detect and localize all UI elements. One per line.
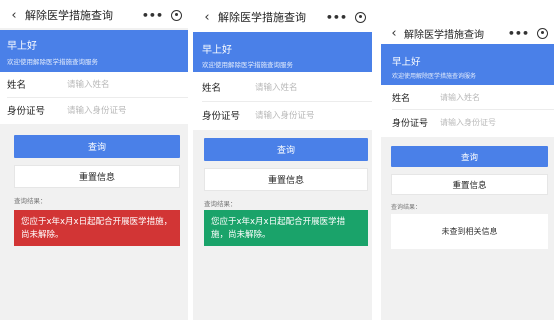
close-target-icon[interactable] (537, 27, 548, 39)
back-icon[interactable]: ‹ (200, 10, 214, 25)
reset-button[interactable]: 重置信息 (14, 165, 180, 188)
name-row: 姓名 请输入姓名 (381, 85, 554, 109)
name-input[interactable]: 请输入姓名 (255, 81, 298, 93)
greeting-text: 早上好 (7, 41, 37, 52)
name-input[interactable]: 请输入姓名 (67, 78, 110, 90)
id-row: 身份证号 请输入身份证号 (381, 110, 554, 135)
close-target-icon[interactable] (355, 11, 366, 23)
greeting-text: 早上好 (202, 45, 232, 56)
page-title: 解除医学措施查询 (404, 29, 484, 41)
nav-bar: ‹ 解除医学措施查询 ••• (193, 2, 372, 32)
back-icon[interactable]: ‹ (7, 8, 21, 23)
name-row: 姓名 请输入姓名 (193, 74, 372, 100)
id-row: 身份证号 请输入身份证号 (193, 102, 372, 128)
query-form: 姓名 请输入姓名 身份证号 请输入身份证号 (193, 72, 372, 130)
nav-bar: ‹ 解除医学措施查询 ••• (0, 2, 188, 28)
name-label: 姓名 (202, 83, 222, 94)
more-icon[interactable]: ••• (326, 11, 347, 24)
welcome-text: 欢迎使用解除医学措施查询服务 (392, 73, 477, 80)
id-label: 身份证号 (392, 119, 429, 129)
id-row: 身份证号 请输入身份证号 (0, 98, 188, 122)
name-label: 姓名 (7, 80, 27, 91)
query-button[interactable]: 查询 (204, 138, 368, 161)
greeting-text: 早上好 (392, 57, 421, 68)
query-button[interactable]: 查询 (391, 146, 548, 167)
page-title: 解除医学措施查询 (218, 11, 306, 24)
id-label: 身份证号 (7, 106, 46, 117)
greeting-banner: 早上好 欢迎使用解除医学措施查询服务 (381, 44, 554, 85)
greeting-banner: 早上好 欢迎使用解除医学措施查询服务 (193, 32, 372, 72)
greeting-banner: 早上好 欢迎使用解除医学措施查询服务 (0, 30, 188, 72)
close-target-icon[interactable] (171, 9, 182, 21)
more-icon[interactable]: ••• (508, 27, 529, 40)
more-icon[interactable]: ••• (142, 9, 163, 22)
id-number-input[interactable]: 请输入身份证号 (440, 117, 496, 128)
phone-screen-3: ‹ 解除医学措施查询 ••• 早上好 欢迎使用解除医学措施查询服务 姓名 请输入… (381, 22, 554, 320)
result-label: 查询结果： (391, 204, 422, 211)
result-box-not-released: 您应于x年x月x日起配合开展医学措施，尚未解除。 (14, 210, 180, 246)
back-icon[interactable]: ‹ (387, 26, 401, 41)
nav-bar: ‹ 解除医学措施查询 ••• (381, 22, 554, 44)
name-label: 姓名 (392, 93, 411, 104)
result-box-released: 您应于x年x月x日起配合开展医学措施，尚未解除。 (204, 210, 368, 246)
id-label: 身份证号 (202, 111, 241, 122)
query-button[interactable]: 查询 (14, 135, 180, 158)
name-row: 姓名 请输入姓名 (0, 72, 188, 96)
reset-button[interactable]: 重置信息 (391, 174, 548, 195)
name-input[interactable]: 请输入姓名 (440, 92, 480, 103)
phone-screen-2: ‹ 解除医学措施查询 ••• 早上好 欢迎使用解除医学措施查询服务 姓名 请输入… (193, 2, 372, 320)
id-number-input[interactable]: 请输入身份证号 (67, 104, 127, 116)
result-label: 查询结果： (14, 197, 47, 205)
welcome-text: 欢迎使用解除医学措施查询服务 (202, 61, 293, 69)
query-form: 姓名 请输入姓名 身份证号 请输入身份证号 (0, 72, 188, 124)
result-box-not-found: 未查到相关信息 (391, 214, 548, 249)
phone-screen-1: ‹ 解除医学措施查询 ••• 早上好 欢迎使用解除医学措施查询服务 姓名 请输入… (0, 2, 188, 320)
query-form: 姓名 请输入姓名 身份证号 请输入身份证号 (381, 85, 554, 137)
reset-button[interactable]: 重置信息 (204, 168, 368, 191)
id-number-input[interactable]: 请输入身份证号 (255, 109, 315, 121)
result-label: 查询结果： (204, 200, 237, 208)
page-title: 解除医学措施查询 (25, 9, 113, 22)
welcome-text: 欢迎使用解除医学措施查询服务 (7, 58, 98, 66)
